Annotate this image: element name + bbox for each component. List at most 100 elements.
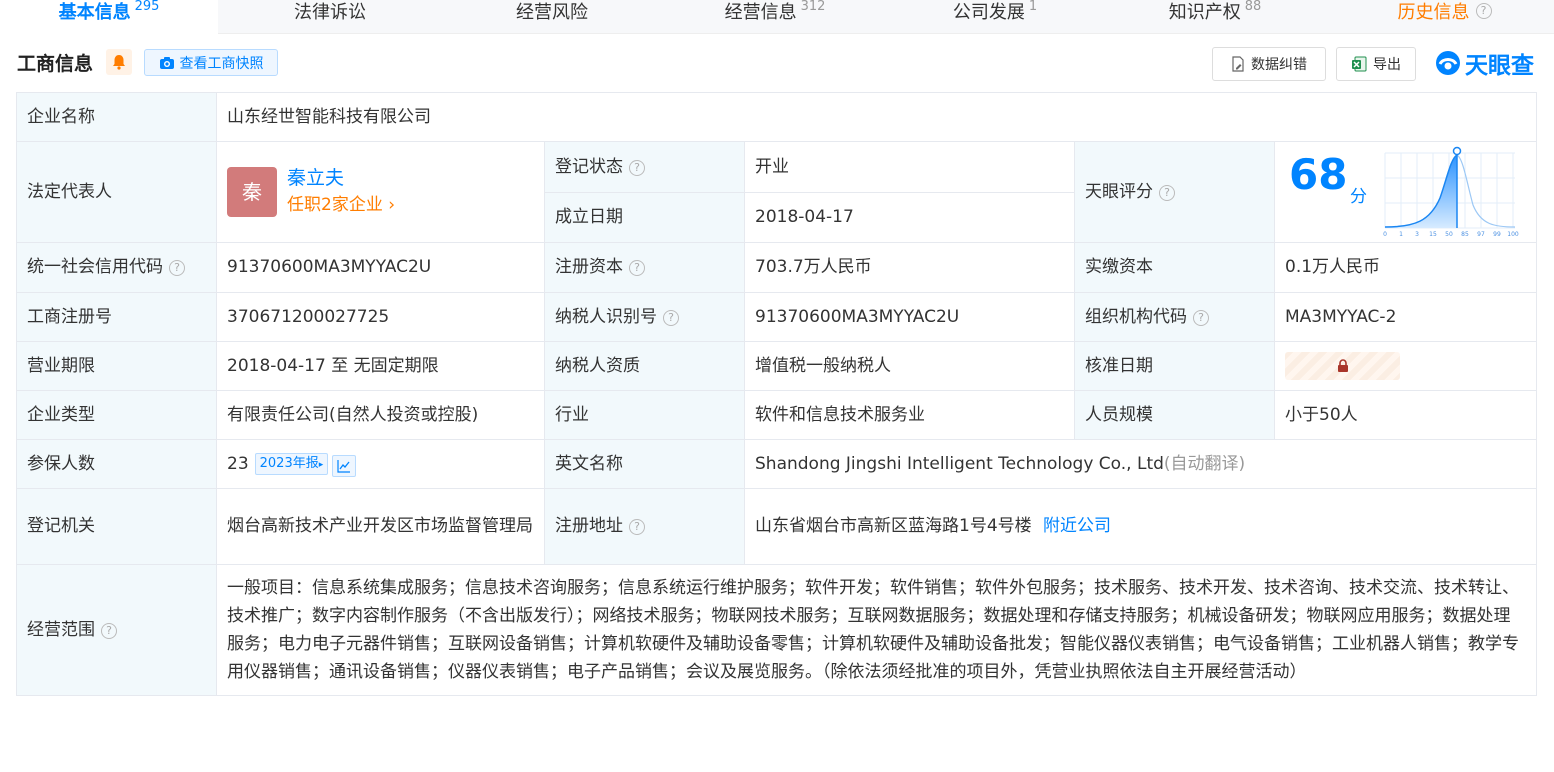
bell-icon[interactable] — [106, 49, 132, 75]
help-icon[interactable]: ? — [629, 260, 645, 276]
taxpayer-id-label-cell: 纳税人识别号? — [544, 292, 745, 342]
score-unit: 分 — [1350, 187, 1367, 207]
tab-label: 历史信息 — [1397, 2, 1470, 23]
credit-code: 91370600MA3MYYAC2U — [216, 242, 545, 293]
edit-doc-icon — [1232, 56, 1244, 72]
help-icon[interactable]: ? — [1159, 184, 1175, 201]
tab-history[interactable]: 历史信息? — [1335, 0, 1554, 34]
taxpayer-id-label: 纳税人识别号 — [555, 306, 657, 327]
address: 山东省烟台市高新区蓝海路1号4号楼 — [755, 516, 1032, 536]
english-name-cell: Shandong Jingshi Intelligent Technology … — [744, 439, 1537, 489]
english-name: Shandong Jingshi Intelligent Technology … — [755, 453, 1164, 474]
annual-report-badge[interactable]: 2023年报▸ — [254, 452, 329, 475]
nearby-companies-link[interactable]: 附近公司 — [1043, 516, 1111, 536]
company-name: 山东经世智能科技有限公司 — [216, 92, 1537, 142]
reg-status: 开业 — [744, 141, 1075, 193]
reg-no-label: 工商注册号 — [16, 292, 217, 342]
credit-code-label: 统一社会信用代码 — [27, 257, 163, 277]
tab-development[interactable]: 公司发展 1 — [895, 0, 1095, 34]
authority: 烟台高新技术产业开发区市场监督管理局 — [216, 488, 545, 565]
annual-report-label: 2023年报 — [259, 455, 319, 471]
english-name-label: 英文名称 — [544, 439, 745, 489]
scope-label-cell: 经营范围? — [16, 564, 217, 696]
help-icon[interactable]: ? — [663, 309, 679, 326]
approve-date-label: 核准日期 — [1074, 341, 1275, 391]
table-row: 企业类型 有限责任公司(自然人投资或控股) 行业 软件和信息技术服务业 人员规模… — [16, 390, 1537, 440]
table-row: 登记机关 烟台高新技术产业开发区市场监督管理局 注册地址? 山东省烟台市高新区蓝… — [16, 488, 1537, 565]
staff-label: 人员规模 — [1074, 390, 1275, 440]
tab-count: 88 — [1244, 0, 1262, 14]
company-name-label: 企业名称 — [16, 92, 217, 142]
tab-count: 295 — [134, 0, 160, 14]
score-label-cell: 天眼评分? — [1074, 141, 1275, 243]
reg-capital-label-cell: 注册资本? — [544, 242, 745, 293]
excel-icon — [1352, 56, 1367, 72]
tianyancha-logo: 天眼查 — [1435, 47, 1534, 79]
tab-bar: 基本信息 295 法律诉讼 经营风险 经营信息 312 公司发展 1 知识产权 88 历… — [0, 0, 1554, 34]
legal-rep-cell: 秦 秦立夫 任职2家企业 › — [216, 141, 545, 243]
tab-legal[interactable]: 法律诉讼 — [230, 0, 430, 34]
help-icon[interactable]: ? — [629, 159, 645, 176]
authority-label: 登记机关 — [16, 488, 217, 565]
tab-basic-info[interactable]: 基本信息 295 — [0, 0, 218, 34]
snapshot-button[interactable]: 查看工商快照 — [144, 49, 278, 76]
score-distribution-chart: 0 1 3 15 50 85 97 99 100 — [1383, 146, 1519, 238]
reg-status-label-cell: 登记状态? — [544, 141, 745, 193]
business-info-table: 企业名称 山东经世智能科技有限公司 法定代表人 秦 秦立夫 任职2家企业 › 登… — [16, 92, 1537, 696]
term-label: 营业期限 — [16, 341, 217, 391]
locked-value[interactable] — [1285, 352, 1400, 380]
export-button[interactable]: 导出 — [1336, 47, 1416, 81]
data-correction-button[interactable]: 数据纠错 — [1212, 47, 1326, 81]
reg-status-label: 登记状态 — [555, 156, 623, 177]
business-scope: 一般项目：信息系统集成服务；信息技术咨询服务；信息系统运行维护服务；软件开发；软… — [216, 564, 1537, 696]
legal-rep-name[interactable]: 秦立夫 — [287, 165, 395, 191]
org-code-label: 组织机构代码 — [1085, 306, 1187, 327]
legal-rep-jobs-link[interactable]: 任职2家企业 › — [287, 191, 395, 219]
avatar[interactable]: 秦 — [227, 167, 277, 217]
term: 2018-04-17 至 无固定期限 — [216, 341, 545, 391]
help-icon[interactable]: ? — [101, 622, 117, 639]
tab-operation[interactable]: 经营信息 312 — [670, 0, 880, 34]
taxpayer-id: 91370600MA3MYYAC2U — [744, 292, 1075, 342]
industry-label: 行业 — [544, 390, 745, 440]
table-row: 工商注册号 370671200027725 纳税人识别号? 91370600MA… — [16, 292, 1537, 342]
tick-label: 1 — [1399, 231, 1403, 238]
help-icon[interactable]: ? — [629, 519, 645, 535]
tab-label: 经营信息 — [724, 2, 797, 23]
snapshot-label: 查看工商快照 — [179, 55, 264, 72]
tick-label: 85 — [1461, 231, 1469, 238]
paid-capital: 0.1万人民币 — [1274, 242, 1537, 293]
help-icon[interactable]: ? — [1193, 309, 1209, 326]
tab-label: 基本信息 — [58, 2, 131, 23]
tick-label: 0 — [1383, 231, 1387, 238]
help-icon[interactable]: ? — [169, 260, 185, 276]
table-row: 参保人数 23 2023年报▸ 英文名称 Shandong Jingshi Int… — [16, 439, 1537, 489]
taxpayer-qual-label: 纳税人资质 — [544, 341, 745, 391]
tab-risk[interactable]: 经营风险 — [452, 0, 652, 34]
logo-icon — [1436, 51, 1460, 75]
credit-code-label-cell: 统一社会信用代码? — [16, 242, 217, 293]
tick-label: 50 — [1445, 231, 1453, 238]
tick-label: 15 — [1429, 231, 1437, 238]
table-row: 法定代表人 秦 秦立夫 任职2家企业 › 登记状态? 开业 天眼评分? 68 分 — [16, 141, 1537, 243]
tab-label: 知识产权 — [1168, 2, 1241, 23]
tab-ip[interactable]: 知识产权 88 — [1115, 0, 1315, 34]
help-icon[interactable]: ? — [1475, 3, 1492, 19]
section-title: 工商信息 — [17, 53, 94, 75]
score-cell[interactable]: 68 分 0 1 3 15 50 85 97 99 100 — [1274, 141, 1537, 243]
paid-capital-label: 实缴资本 — [1074, 242, 1275, 293]
reg-no: 370671200027725 — [216, 292, 545, 342]
camera-icon — [159, 56, 174, 69]
tick-label: 97 — [1477, 231, 1485, 238]
tick-label: 99 — [1493, 231, 1501, 238]
table-row: 经营范围? 一般项目：信息系统集成服务；信息技术咨询服务；信息系统运行维护服务；… — [16, 564, 1537, 696]
tab-label: 法律诉讼 — [294, 2, 366, 23]
taxpayer-qual: 增值税一般纳税人 — [744, 341, 1075, 391]
table-row: 企业名称 山东经世智能科技有限公司 — [16, 92, 1537, 142]
org-code-label-cell: 组织机构代码? — [1074, 292, 1275, 342]
industry: 软件和信息技术服务业 — [744, 390, 1075, 440]
auto-translate-note: (自动翻译) — [1163, 453, 1246, 474]
trend-chart-icon[interactable] — [332, 454, 357, 477]
table-row: 统一社会信用代码? 91370600MA3MYYAC2U 注册资本? 703.7… — [16, 242, 1537, 293]
found-date: 2018-04-17 — [744, 192, 1075, 243]
